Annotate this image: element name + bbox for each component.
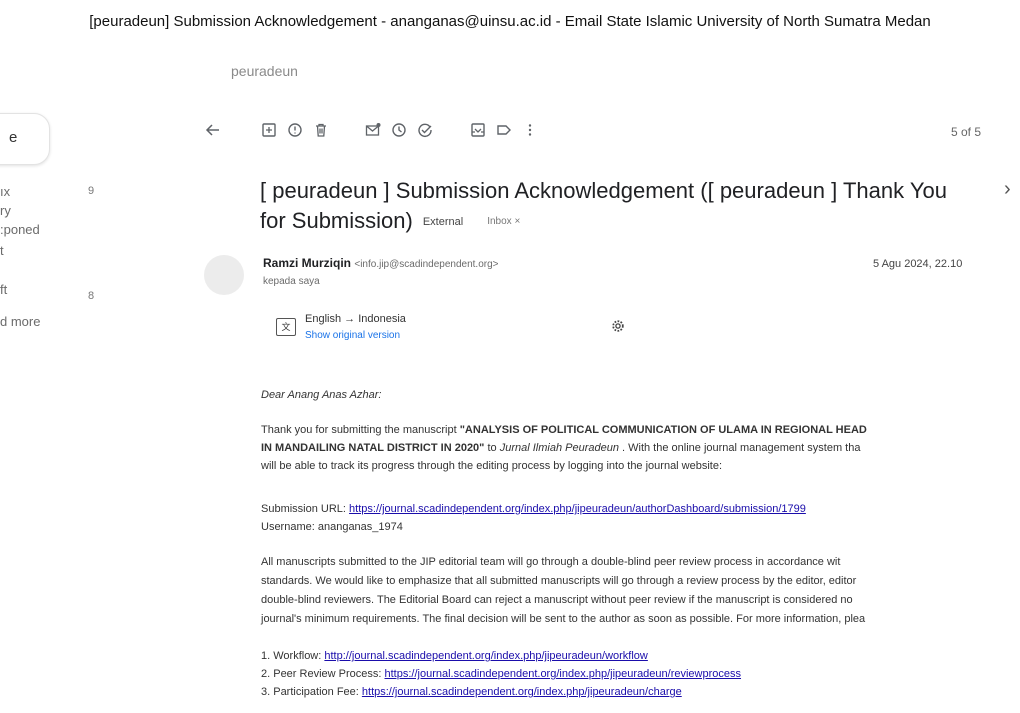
paragraph-2-line-3: double-blind reviewers. The Editorial Bo… [261,594,853,606]
translate-icon: 文 [276,318,296,336]
workflow-link[interactable]: http://journal.scadindependent.org/index… [324,650,648,662]
compose-label: e [9,129,18,146]
paragraph-1-line-3: will be able to track its progress throu… [261,460,723,472]
add-task-icon[interactable] [414,119,436,141]
paragraph-2-line-2: standards. We would like to emphasize th… [261,575,857,587]
submission-url-line: Submission URL: https://journal.scadinde… [261,500,806,518]
translate-settings-icon[interactable] [611,319,625,338]
label-icon[interactable] [493,119,515,141]
show-original-link[interactable]: Show original version [305,330,400,341]
sender-line: Ramzi Murziqin <info.jip@scadindependent… [263,256,499,270]
more-vert-icon[interactable] [519,119,541,141]
journal-name: Jurnal Ilmiah Peuradeun [499,442,619,454]
external-label: External [422,216,464,229]
list-item: 3. Participation Fee: https://journal.sc… [261,683,682,701]
list-item: 2. Peer Review Process: https://journal.… [261,665,741,683]
p1-text: Thank you for submitting the manuscript [261,424,460,436]
window-title: [peuradeun] Submission Acknowledgement -… [89,13,931,30]
list-item-label: 1. Workflow: [261,650,325,662]
compose-button[interactable]: e [0,113,50,165]
paragraph-1-line-2: IN MANDAILING NATAL DISTRICT IN 2020" to… [261,439,860,457]
inbox-label-chip[interactable]: Inbox × [487,216,520,227]
manuscript-title-end: IN MANDAILING NATAL DISTRICT IN 2020" [261,442,485,454]
submission-url-link[interactable]: https://journal.scadindependent.org/inde… [349,503,806,515]
mark-unread-icon[interactable] [362,119,384,141]
greeting: Dear Anang Anas Azhar: [261,389,382,401]
email-subject: [ peuradeun ] Submission Acknowledgement… [260,176,1000,237]
sidebar-item-sent[interactable]: t [0,243,4,258]
paragraph-1-line-1: Thank you for submitting the manuscript … [261,421,867,439]
sidebar-item-drafts[interactable]: ft [0,282,7,297]
sidebar-count-drafts: 8 [88,290,95,302]
sidebar-item-more[interactable]: d more [0,314,40,329]
pager-count: 5 of 5 [951,125,982,139]
sidebar-item-snoozed[interactable]: :poned [0,222,40,237]
p1-rest: . With the online journal management sys… [618,442,861,454]
p1-to: to [484,442,500,454]
list-item-label: 3. Participation Fee: [261,686,362,698]
print-all-icon[interactable]: › [1004,178,1011,201]
subject-line-2-wrap: for Submission) External Inbox × [260,206,1000,237]
sidebar-count-inbox: 9 [88,185,95,197]
subject-line-1: [ peuradeun ] Submission Acknowledgement… [260,178,947,203]
avatar[interactable] [204,255,244,295]
manuscript-title: "ANALYSIS OF POLITICAL COMMUNICATION OF … [459,424,867,436]
review-process-link[interactable]: https://journal.scadindependent.org/inde… [385,668,742,680]
report-spam-icon[interactable] [284,119,306,141]
username-line: Username: ananganas_1974 [261,521,403,533]
subject-line-2: for Submission) [260,208,413,233]
participation-fee-link[interactable]: https://journal.scadindependent.org/inde… [362,686,682,698]
back-arrow-icon[interactable] [202,119,224,141]
delete-icon[interactable] [310,119,332,141]
submission-url-label: Submission URL: [261,503,350,515]
paragraph-2-line-1: All manuscripts submitted to the JIP edi… [261,556,841,568]
breadcrumb: peuradeun [231,63,298,79]
paragraph-2-line-4: journal's minimum requirements. The fina… [261,613,866,625]
sidebar-item-starred[interactable]: ry [0,203,11,218]
sender-name[interactable]: Ramzi Murziqin [263,256,351,270]
sender-email: <info.jip@scadindependent.org> [354,259,499,270]
archive-icon[interactable] [258,119,280,141]
sidebar-item-inbox[interactable]: ıx [0,184,10,199]
list-item: 1. Workflow: http://journal.scadindepend… [261,647,648,665]
snooze-icon[interactable] [388,119,410,141]
recipient-details[interactable]: kepada saya [263,276,320,287]
email-date: 5 Agu 2024, 22.10 [873,258,963,270]
list-item-label: 2. Peer Review Process: [261,668,385,680]
move-to-icon[interactable] [467,119,489,141]
translate-language[interactable]: English → Indonesia [305,313,406,325]
